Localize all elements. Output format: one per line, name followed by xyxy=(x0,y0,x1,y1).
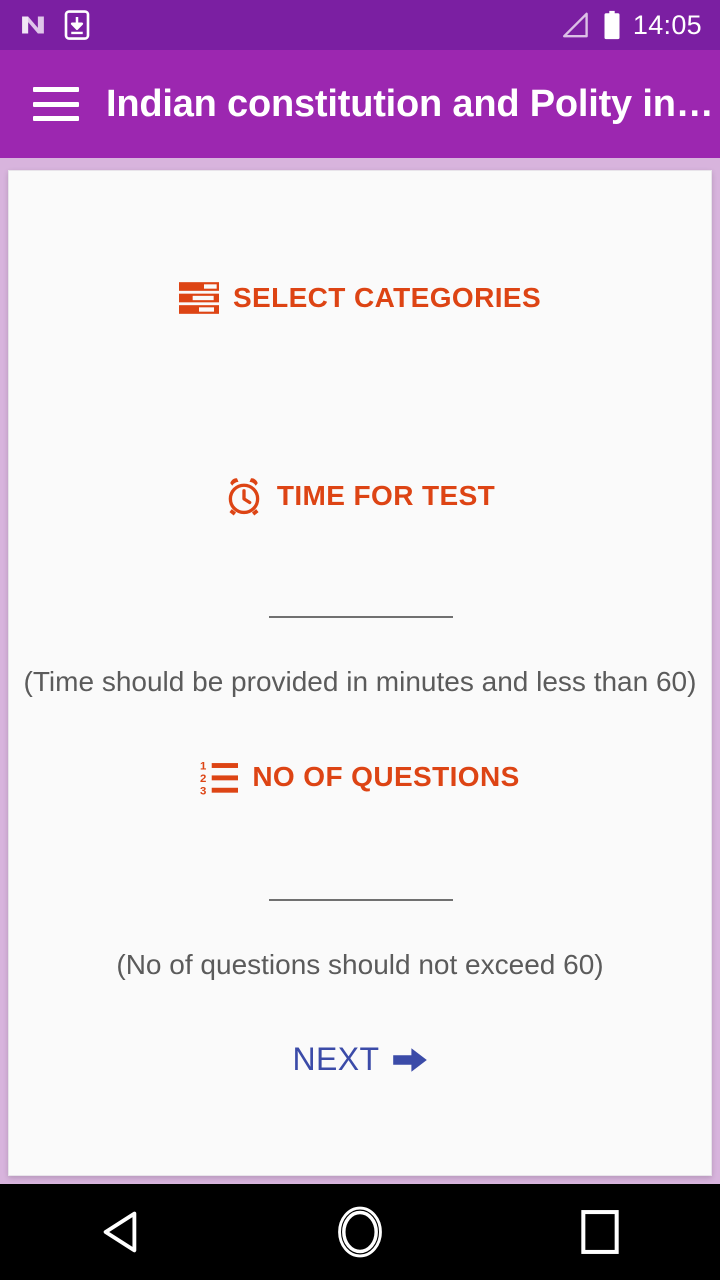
hamburger-menu-icon[interactable] xyxy=(33,87,79,121)
status-bar-left-icons xyxy=(18,10,90,40)
no-of-questions-label: NO OF QUESTIONS xyxy=(252,761,520,792)
download-to-device-icon xyxy=(64,10,90,40)
triangle-back-icon xyxy=(98,1209,142,1255)
time-for-test-label: TIME FOR TEST xyxy=(276,480,496,511)
time-for-test-hint: (Time should be provided in minutes and … xyxy=(23,666,697,697)
status-bar: 14:05 xyxy=(0,0,720,50)
square-recents-icon xyxy=(580,1209,620,1255)
hamburger-bar-2 xyxy=(33,101,79,107)
home-button[interactable] xyxy=(240,1205,480,1259)
circle-home-icon xyxy=(336,1205,384,1259)
back-button[interactable] xyxy=(0,1209,240,1255)
svg-text:3: 3 xyxy=(200,785,206,795)
next-button-label: NEXT xyxy=(292,1041,380,1077)
alarm-clock-icon xyxy=(225,476,263,516)
arrow-right-icon xyxy=(393,1046,428,1074)
signal-triangle-icon xyxy=(557,11,591,39)
time-for-test-row: TIME FOR TEST xyxy=(9,476,711,516)
svg-text:2: 2 xyxy=(200,773,206,785)
status-bar-clock: 14:05 xyxy=(632,9,702,40)
category-list-icon xyxy=(178,281,219,315)
status-bar-right-icons: 14:05 xyxy=(557,10,702,41)
next-button[interactable]: NEXT xyxy=(9,1041,711,1078)
no-of-questions-input[interactable] xyxy=(269,899,453,901)
app-toolbar: Indian constitution and Polity in… xyxy=(0,50,720,158)
time-for-test-input[interactable] xyxy=(269,616,453,618)
hamburger-bar-1 xyxy=(33,87,79,92)
android-nav-bar xyxy=(0,1184,720,1280)
select-categories-row[interactable]: SELECT CATEGORIES xyxy=(9,281,711,315)
hamburger-bar-3 xyxy=(33,116,79,121)
phone-screen: 14:05 Indian constitution and Polity in… xyxy=(0,0,720,1280)
select-categories-label: SELECT CATEGORIES xyxy=(232,282,542,313)
recents-button[interactable] xyxy=(480,1209,720,1255)
no-of-questions-row: 1 2 3 NO OF QUESTIONS xyxy=(9,759,711,795)
numbered-list-icon: 1 2 3 xyxy=(200,759,239,795)
quiz-setup-card: SELECT CATEGORIES TIME FOR TEST (Time sh… xyxy=(8,170,712,1176)
page-title: Indian constitution and Polity in… xyxy=(106,82,714,125)
no-of-questions-hint: (No of questions should not exceed 60) xyxy=(116,949,604,980)
android-n-logo-icon xyxy=(18,10,48,40)
svg-text:1: 1 xyxy=(200,761,207,773)
battery-full-icon xyxy=(603,10,621,40)
